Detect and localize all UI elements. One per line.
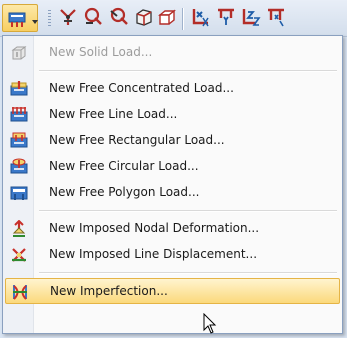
chevron-down-icon xyxy=(32,20,38,24)
menu-item-new-free-line-load[interactable]: New Free Line Load... xyxy=(5,102,340,128)
support-x-button[interactable] xyxy=(190,7,212,29)
load-dropdown-menu: New Solid Load... New Free Concentrated … xyxy=(2,35,343,334)
menu-item-new-imperfection[interactable]: New Imperfection... xyxy=(5,278,340,304)
menu-item-label: New Free Rectangular Load... xyxy=(49,133,225,147)
menu-item-label: New Free Line Load... xyxy=(49,107,178,121)
free-line-load-icon xyxy=(10,106,28,124)
support-z-icon xyxy=(241,7,261,30)
menu-item-label: New Free Polygon Load... xyxy=(49,185,200,199)
toolbar-separator xyxy=(182,8,183,30)
support-y-button[interactable] xyxy=(215,7,237,29)
support-rotation-button[interactable] xyxy=(265,7,287,29)
line-load-button[interactable] xyxy=(108,7,130,29)
solid-button[interactable] xyxy=(156,7,178,29)
toolbar-grip[interactable] xyxy=(48,10,51,28)
imposed-line-displacement-icon xyxy=(10,246,28,264)
menu-item-new-imposed-line-displacement[interactable]: New Imposed Line Displacement... xyxy=(5,242,340,268)
free-concentrated-load-icon xyxy=(10,80,28,98)
menu-item-new-solid-load[interactable]: New Solid Load... xyxy=(5,40,340,66)
menu-item-new-free-concentrated-load[interactable]: New Free Concentrated Load... xyxy=(5,76,340,102)
menu-item-label: New Imposed Line Displacement... xyxy=(49,247,258,261)
imperfection-icon xyxy=(11,283,29,301)
menu-separator xyxy=(39,210,337,211)
solid-load-icon xyxy=(10,44,28,62)
free-circular-load-icon xyxy=(10,158,28,176)
menu-item-label: New Free Concentrated Load... xyxy=(49,81,234,95)
menu-item-new-free-polygon-load[interactable]: New Free Polygon Load... xyxy=(5,180,340,206)
support-z-button[interactable] xyxy=(240,7,262,29)
nodal-load-button[interactable] xyxy=(57,7,79,29)
menu-item-label: New Solid Load... xyxy=(49,45,153,59)
support-x-icon xyxy=(191,7,211,30)
menu-separator xyxy=(39,272,337,273)
support-y-icon xyxy=(216,7,236,30)
menu-item-label: New Imposed Nodal Deformation... xyxy=(49,221,260,235)
member-load-icon xyxy=(83,7,103,30)
menu-separator xyxy=(39,70,337,71)
free-polygon-load-icon xyxy=(10,184,28,202)
nodal-load-icon xyxy=(58,7,78,30)
load-wizard-dropdown-button[interactable] xyxy=(2,4,38,32)
mouse-pointer-icon xyxy=(203,312,217,338)
menu-item-new-imposed-nodal-deformation[interactable]: New Imposed Nodal Deformation... xyxy=(5,216,340,242)
loads-toolbar xyxy=(0,0,347,37)
load-wizard-icon xyxy=(8,10,26,31)
free-rectangular-load-icon xyxy=(10,132,28,150)
menu-item-new-free-rectangular-load[interactable]: New Free Rectangular Load... xyxy=(5,128,340,154)
imposed-nodal-deformation-icon xyxy=(10,220,28,238)
line-load-icon xyxy=(109,7,129,30)
menu-item-label: New Imperfection... xyxy=(50,284,168,298)
menu-item-label: New Free Circular Load... xyxy=(49,159,199,173)
menu-item-new-free-circular-load[interactable]: New Free Circular Load... xyxy=(5,154,340,180)
solid-load-icon xyxy=(157,7,177,30)
member-load-button[interactable] xyxy=(82,7,104,29)
support-rotation-icon xyxy=(266,7,286,30)
